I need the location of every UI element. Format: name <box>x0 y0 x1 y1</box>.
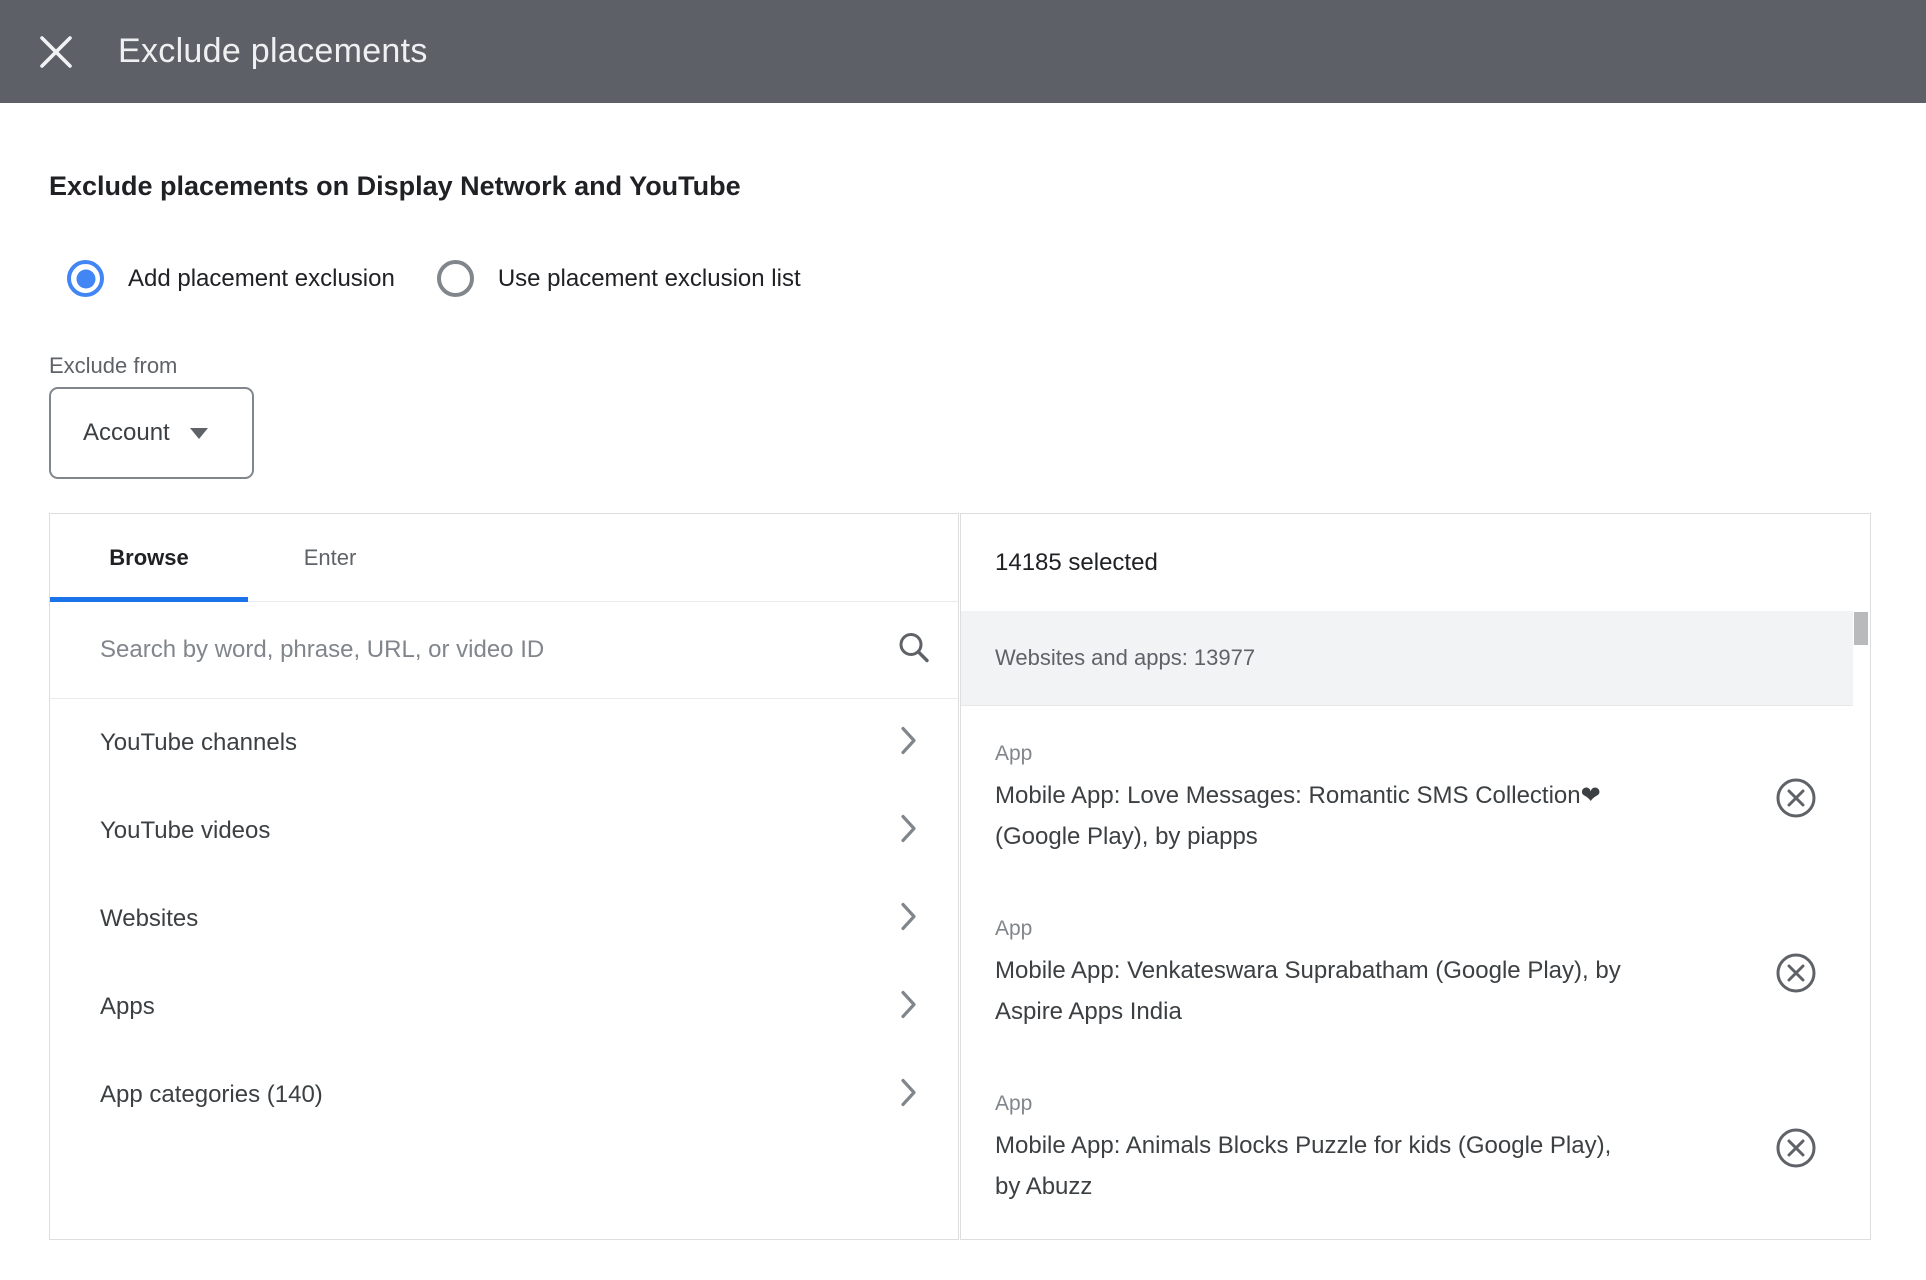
radio-selected-icon[interactable] <box>67 260 104 297</box>
remove-placement-button[interactable] <box>1775 952 1817 994</box>
selected-placement-item: App Mobile App: Love Messages: Romantic … <box>961 706 1870 881</box>
caret-down-icon <box>190 428 208 439</box>
placement-type-label: App <box>995 917 1760 941</box>
category-label: YouTube videos <box>100 817 270 845</box>
chevron-right-icon <box>900 902 918 937</box>
placement-picker: Browse Enter YouTube channels <box>49 513 1871 1240</box>
selected-placements-panel: 14185 selected Websites and apps: 13977 … <box>960 513 1871 1240</box>
category-youtube-videos[interactable]: YouTube videos <box>50 787 958 875</box>
selected-placement-item: App Mobile App: Venkateswara Suprabatham… <box>961 881 1870 1056</box>
search-input[interactable] <box>100 620 880 680</box>
category-app-categories[interactable]: App categories (140) <box>50 1051 958 1139</box>
radio-label: Use placement exclusion list <box>498 265 801 293</box>
close-icon <box>38 34 74 70</box>
chevron-right-icon <box>900 1078 918 1113</box>
radio-use-placement-exclusion-list[interactable]: Use placement exclusion list <box>437 260 801 297</box>
selected-count: 14185 selected <box>961 514 1870 611</box>
dropdown-selected-value: Account <box>83 419 170 447</box>
category-label: App categories (140) <box>100 1081 323 1109</box>
placement-title: Mobile App: Venkateswara Suprabatham (Go… <box>995 950 1755 1032</box>
remove-circle-x-icon <box>1775 952 1817 994</box>
chevron-right-icon <box>900 990 918 1025</box>
radio-unselected-icon[interactable] <box>437 260 474 297</box>
category-websites[interactable]: Websites <box>50 875 958 963</box>
dialog-body: Exclude placements on Display Network an… <box>0 171 1926 1240</box>
placement-type-label: App <box>995 742 1760 766</box>
category-apps[interactable]: Apps <box>50 963 958 1051</box>
dialog-header: Exclude placements <box>0 0 1926 103</box>
category-youtube-channels[interactable]: YouTube channels <box>50 699 958 787</box>
close-button[interactable] <box>34 30 78 74</box>
radio-add-placement-exclusion[interactable]: Add placement exclusion <box>67 260 395 297</box>
exclusion-mode-radio-group: Add placement exclusion Use placement ex… <box>49 260 1926 297</box>
chevron-right-icon <box>900 814 918 849</box>
browse-panel: Browse Enter YouTube channels <box>49 513 959 1240</box>
placement-title-line: Mobile App: Animals Blocks Puzzle for ki… <box>995 1125 1755 1166</box>
placement-search-row <box>50 602 958 699</box>
exclude-from-dropdown[interactable]: Account <box>49 387 254 479</box>
placement-type-label: App <box>995 1092 1760 1116</box>
search-icon[interactable] <box>896 630 932 671</box>
selected-placement-item: App Mobile App: Animals Blocks Puzzle fo… <box>961 1056 1870 1231</box>
placement-title-line: by Abuzz <box>995 1166 1755 1207</box>
placement-title-line: Mobile App: Venkateswara Suprabatham (Go… <box>995 950 1755 991</box>
selected-placements-list: Websites and apps: 13977 App Mobile App:… <box>961 611 1870 1239</box>
remove-circle-x-icon <box>1775 777 1817 819</box>
remove-placement-button[interactable] <box>1775 777 1817 819</box>
placement-title-line: (Google Play), by piapps <box>995 816 1755 857</box>
category-label: Websites <box>100 905 198 933</box>
browse-enter-tabs: Browse Enter <box>50 514 958 602</box>
dialog-title: Exclude placements <box>118 32 428 71</box>
category-label: Apps <box>100 993 155 1021</box>
tab-browse[interactable]: Browse <box>50 514 248 601</box>
placement-title-line: Aspire Apps India <box>995 991 1755 1032</box>
placement-title-line: Mobile App: Love Messages: Romantic SMS … <box>995 775 1755 816</box>
remove-circle-x-icon <box>1775 1127 1817 1169</box>
category-label: YouTube channels <box>100 729 297 757</box>
exclude-from-label: Exclude from <box>49 353 1926 379</box>
remove-placement-button[interactable] <box>1775 1127 1817 1169</box>
tab-enter[interactable]: Enter <box>248 514 412 601</box>
radio-label: Add placement exclusion <box>128 265 395 293</box>
placement-title: Mobile App: Animals Blocks Puzzle for ki… <box>995 1125 1755 1207</box>
placement-title: Mobile App: Love Messages: Romantic SMS … <box>995 775 1755 857</box>
scrollbar-thumb[interactable] <box>1854 612 1868 645</box>
page-title: Exclude placements on Display Network an… <box>49 171 1926 202</box>
group-header-websites-and-apps: Websites and apps: 13977 <box>961 611 1853 706</box>
chevron-right-icon <box>900 726 918 761</box>
